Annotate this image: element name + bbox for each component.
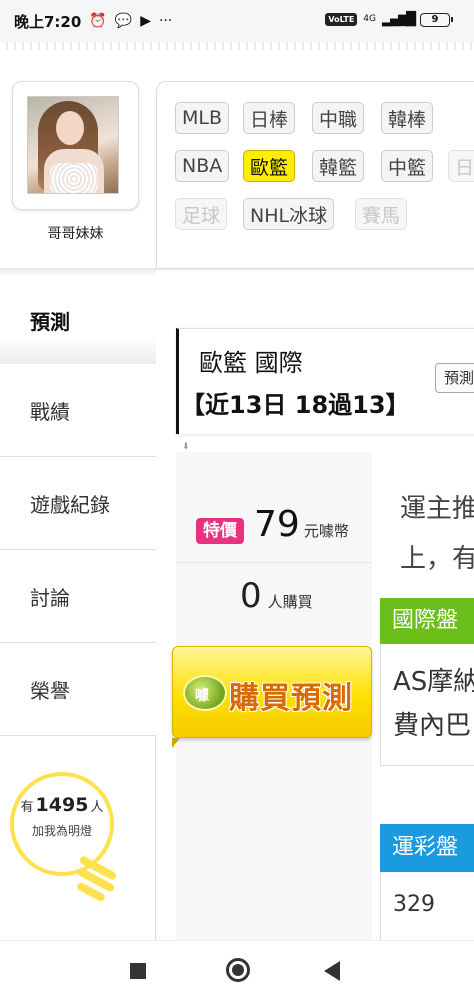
fans-count: 有 1495 人 bbox=[10, 794, 114, 816]
wavy-divider bbox=[0, 42, 474, 50]
sport-chip-chn-basketball[interactable]: 中籃 bbox=[381, 150, 434, 182]
side-menu: 預測 戰績 遊戲紀錄 討論 榮譽 bbox=[0, 276, 156, 736]
home-icon[interactable] bbox=[226, 958, 250, 982]
system-nav-bar bbox=[0, 940, 474, 1000]
fans-number: 1495 bbox=[35, 794, 89, 816]
ribbon-tail bbox=[172, 738, 180, 748]
sport-chip-nba[interactable]: NBA bbox=[175, 150, 230, 182]
avatar[interactable] bbox=[27, 96, 119, 194]
sport-chip-mlb[interactable]: MLB bbox=[175, 102, 230, 134]
fans-suffix: 人 bbox=[90, 800, 104, 815]
divider bbox=[176, 562, 372, 563]
menu-item-game-history[interactable]: 遊戲紀錄 bbox=[0, 457, 156, 550]
menu-item-record[interactable]: 戰績 bbox=[0, 364, 156, 457]
signal-icon: ▂▄▆█ bbox=[382, 12, 416, 27]
sport-chip-cpbl[interactable]: 中職 bbox=[312, 102, 365, 134]
network-type: 4G bbox=[363, 14, 376, 24]
international-card-header: 國際盤 bbox=[380, 598, 474, 644]
sport-chip-kbo[interactable]: 韓棒 bbox=[381, 102, 434, 134]
avatar-face bbox=[56, 111, 84, 145]
profile-name: 哥哥妹妹 bbox=[47, 226, 104, 242]
prediction-header: 歐籃 國際 【近13日 18過13】 預測 bbox=[176, 328, 474, 434]
more-dots-icon: ··· bbox=[158, 13, 173, 29]
chat-bubble-icon: 💬 bbox=[114, 13, 133, 29]
prediction-record: 【近13日 18過13】 bbox=[181, 391, 410, 419]
menu-item-label: 預測 bbox=[30, 309, 70, 334]
buyers-number: 0 bbox=[240, 576, 262, 616]
battery-icon: 9 bbox=[420, 12, 453, 27]
description-line: 運主推 bbox=[400, 494, 474, 524]
price-row: 特價 79 元噱幣 bbox=[196, 504, 349, 545]
menu-item-discussion[interactable]: 討論 bbox=[0, 550, 156, 643]
pin-icon: ⬇ bbox=[182, 442, 190, 452]
sport-chip-soccer[interactable]: 足球 bbox=[175, 198, 228, 230]
app-root: 晚上7:20 ⏰ 💬 ▶ ··· VoLTE 4G ▂▄▆█ 9 哥哥妹妹 預測… bbox=[0, 0, 474, 1000]
fans-prefix: 有 bbox=[20, 800, 34, 815]
status-bar: 晚上7:20 ⏰ 💬 ▶ ··· VoLTE 4G ▂▄▆█ 9 bbox=[0, 0, 474, 42]
prediction-description: 運主推 上，有 bbox=[400, 484, 474, 584]
alarm-icon: ⏰ bbox=[89, 13, 107, 29]
menu-item-label: 遊戲紀錄 bbox=[30, 492, 110, 517]
avatar-lace bbox=[50, 163, 98, 193]
menu-item-label: 榮譽 bbox=[30, 678, 70, 703]
team-line: AS摩納 bbox=[393, 667, 474, 697]
prediction-title: 歐籃 國際 bbox=[199, 349, 303, 377]
lottery-card-value: 329 bbox=[393, 892, 435, 917]
lottery-card-header: 運彩盤 bbox=[380, 824, 474, 872]
follow-cta[interactable]: 加我為明燈 bbox=[10, 822, 114, 839]
sport-chip-jpn-baseball[interactable]: 日棒 bbox=[243, 102, 296, 134]
youtube-icon: ▶ bbox=[140, 13, 151, 29]
status-right: VoLTE 4G ▂▄▆█ 9 bbox=[325, 12, 453, 27]
menu-item-honors[interactable]: 榮譽 bbox=[0, 643, 156, 736]
buy-prediction-button[interactable]: 噱 購買預測 bbox=[172, 646, 372, 738]
price-unit: 元噱幣 bbox=[303, 522, 349, 540]
profile-card[interactable] bbox=[12, 81, 139, 210]
description-line: 上，有 bbox=[400, 544, 474, 574]
coin-icon: 噱 bbox=[183, 675, 227, 711]
sport-chip-nhl[interactable]: NHL冰球 bbox=[243, 198, 335, 230]
international-card-content: AS摩納 費內巴 bbox=[393, 660, 474, 748]
special-price-badge: 特價 bbox=[196, 518, 244, 544]
volte-icon: VoLTE bbox=[325, 13, 358, 26]
lightbulb-base-icon bbox=[75, 855, 118, 903]
sport-chip-kor-basketball[interactable]: 韓籃 bbox=[312, 150, 365, 182]
prediction-button[interactable]: 預測 bbox=[435, 363, 474, 393]
buyers-unit: 人購買 bbox=[267, 593, 313, 611]
coin-icon-text: 噱 bbox=[195, 688, 209, 704]
price-value: 79 bbox=[254, 504, 300, 545]
sport-chip-euro-basketball[interactable]: 歐籃 bbox=[243, 150, 296, 182]
recent-apps-icon[interactable] bbox=[130, 963, 146, 979]
sport-chip-horse-racing[interactable]: 賽馬 bbox=[355, 198, 408, 230]
buyers-count: 0 人購買 bbox=[240, 576, 313, 616]
buy-prediction-label: 購買預測 bbox=[229, 681, 353, 716]
sport-chip-jpn-basketball[interactable]: 日 bbox=[448, 150, 474, 182]
status-time: 晚上7:20 bbox=[14, 12, 82, 31]
menu-top-shadow bbox=[0, 268, 156, 276]
menu-item-label: 戰績 bbox=[30, 399, 70, 424]
back-icon[interactable] bbox=[324, 961, 340, 981]
menu-item-label: 討論 bbox=[30, 585, 70, 610]
menu-item-prediction[interactable]: 預測 bbox=[0, 276, 156, 364]
team-line: 費內巴 bbox=[393, 711, 472, 741]
